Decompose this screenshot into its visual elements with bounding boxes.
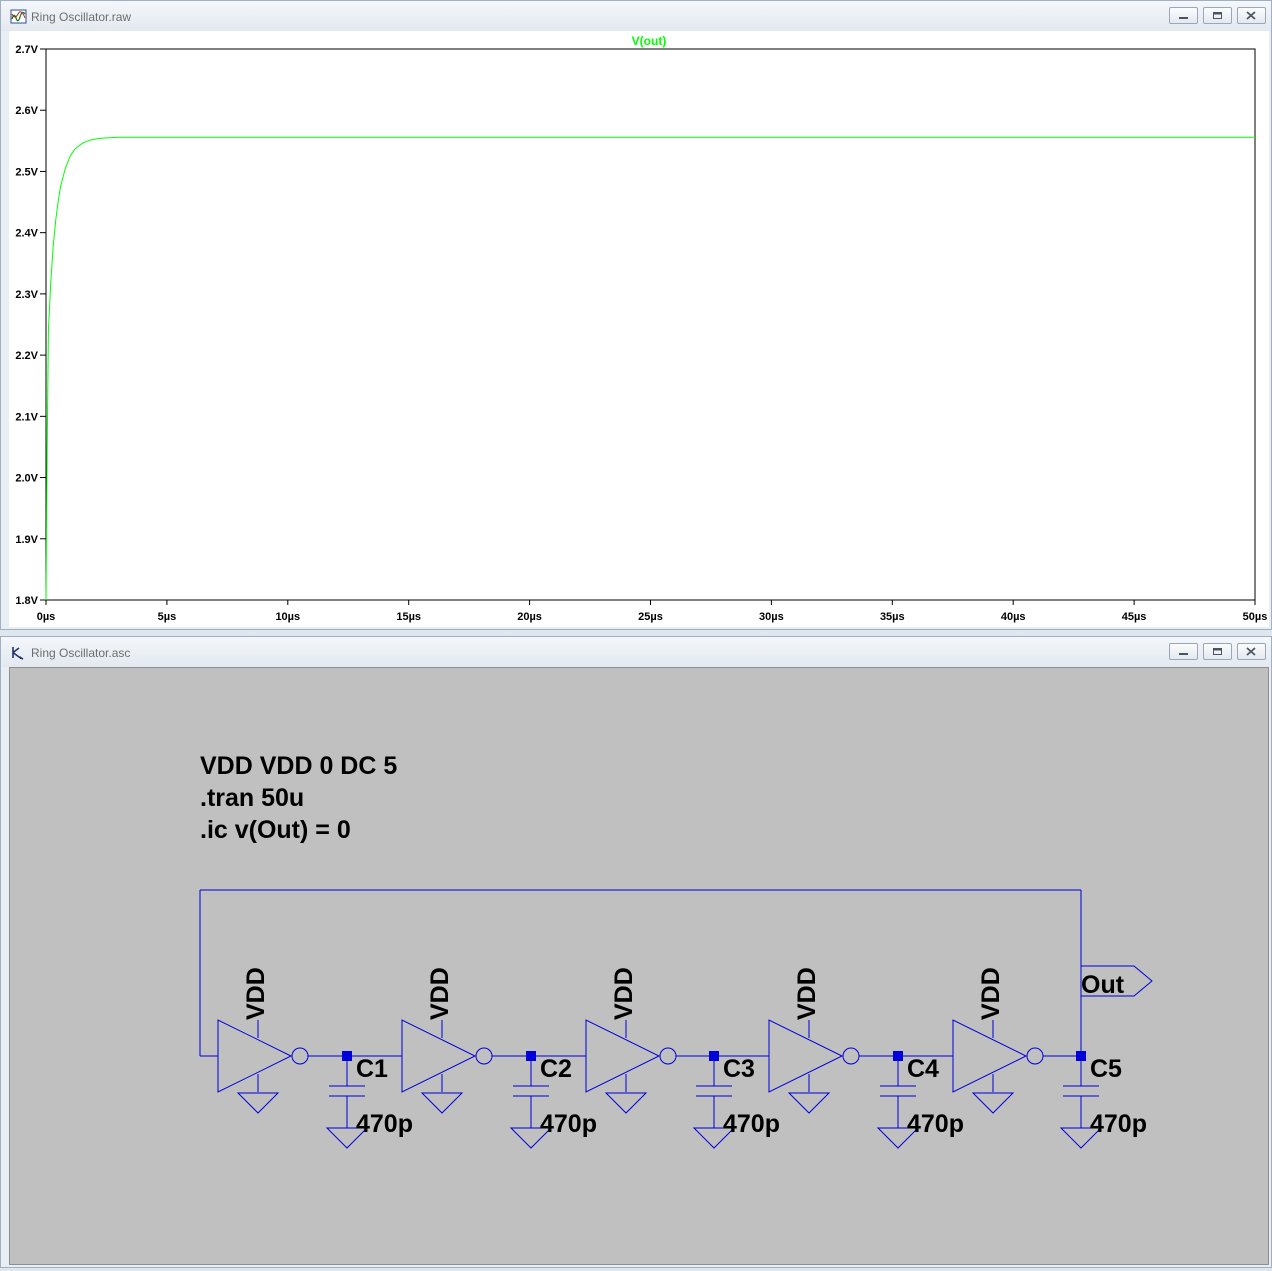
minimize-button[interactable]: [1169, 643, 1198, 660]
inverter-bubble: [1026, 1047, 1044, 1065]
x-tick-label: 45µs: [1122, 611, 1147, 623]
ground-symbol[interactable]: [420, 1092, 464, 1114]
inverter-bubble: [291, 1047, 309, 1065]
schematic-drawing[interactable]: VDD VDD 0 DC 5 .tran 50u .ic v(Out) = 0 …: [10, 668, 1270, 1266]
ground-symbol[interactable]: [236, 1092, 280, 1114]
x-tick-label: 15µs: [396, 611, 421, 623]
schematic-window-titlebar[interactable]: Ring Oscillator.asc: [1, 637, 1271, 667]
close-icon: [1246, 647, 1256, 656]
spice-directive[interactable]: VDD VDD 0 DC 5: [200, 752, 397, 780]
plot-pane[interactable]: 2.7V 2.6V 2.5V 2.4V 2.3V 2.2V 2.1V 2.0V 1.9V 1.8V…: [9, 31, 1269, 627]
minimize-icon: [1179, 17, 1188, 19]
y-tick-label: 2.7V: [15, 44, 38, 56]
junction-node[interactable]: [893, 1051, 903, 1061]
close-icon: [1246, 11, 1256, 20]
vdd-label[interactable]: VDD: [610, 967, 638, 1020]
close-button[interactable]: [1237, 7, 1266, 24]
restore-icon: [1213, 12, 1222, 19]
capacitor-value[interactable]: 470p: [1090, 1110, 1147, 1138]
spice-directive[interactable]: .ic v(Out) = 0: [200, 816, 351, 844]
capacitor-value[interactable]: 470p: [907, 1110, 964, 1138]
y-tick-label: 2.6V: [15, 105, 38, 117]
schematic-canvas[interactable]: VDD VDD 0 DC 5 .tran 50u .ic v(Out) = 0 …: [9, 667, 1269, 1265]
capacitor-name[interactable]: C2: [540, 1055, 572, 1083]
vdd-label[interactable]: VDD: [793, 967, 821, 1020]
vdd-label[interactable]: VDD: [977, 967, 1005, 1020]
restore-button[interactable]: [1203, 643, 1232, 660]
inverter-symbol[interactable]: [768, 1019, 844, 1093]
capacitor-value[interactable]: 470p: [723, 1110, 780, 1138]
junction-node[interactable]: [342, 1051, 352, 1061]
inverter-symbol[interactable]: [401, 1019, 477, 1093]
spice-directive[interactable]: .tran 50u: [200, 784, 304, 812]
capacitor-value[interactable]: 470p: [540, 1110, 597, 1138]
y-tick-label: 2.4V: [15, 228, 38, 240]
plot-window-titlebar[interactable]: Ring Oscillator.raw: [1, 1, 1271, 31]
x-tick-label: 30µs: [759, 611, 784, 623]
x-tick-label: 35µs: [880, 611, 905, 623]
junction-node[interactable]: [526, 1051, 536, 1061]
x-tick-label: 25µs: [638, 611, 663, 623]
plot-window: Ring Oscillator.raw 2.7V 2.6V 2.5V 2.4V 2.3V…: [0, 0, 1272, 630]
y-tick-label: 2.2V: [15, 350, 38, 362]
inverter-symbol[interactable]: [952, 1019, 1028, 1093]
y-tick-label: 1.8V: [15, 595, 38, 607]
x-tick-label: 5µs: [158, 611, 177, 623]
x-tick-label: 20µs: [517, 611, 542, 623]
junction-node[interactable]: [1076, 1051, 1086, 1061]
schematic-icon: [12, 647, 24, 660]
minimize-button[interactable]: [1169, 7, 1198, 24]
ground-symbol[interactable]: [971, 1092, 1015, 1114]
x-tick-label: 10µs: [275, 611, 300, 623]
inverter-symbol[interactable]: [585, 1019, 661, 1093]
capacitor-name[interactable]: C5: [1090, 1055, 1122, 1083]
capacitor-name[interactable]: C3: [723, 1055, 755, 1083]
waveform-plot[interactable]: 2.7V 2.6V 2.5V 2.4V 2.3V 2.2V 2.1V 2.0V 1.9V 1.8V…: [9, 31, 1269, 627]
restore-button[interactable]: [1203, 7, 1232, 24]
schematic-window-title: Ring Oscillator.asc: [31, 646, 131, 660]
capacitor-name[interactable]: C4: [907, 1055, 939, 1083]
capacitor-name[interactable]: C1: [356, 1055, 388, 1083]
vdd-label[interactable]: VDD: [242, 967, 270, 1020]
vdd-label[interactable]: VDD: [426, 967, 454, 1020]
ground-symbol[interactable]: [604, 1092, 648, 1114]
waveform-icon: [10, 9, 27, 24]
x-tick-label: 0µs: [37, 611, 56, 623]
x-tick-label: 50µs: [1243, 611, 1268, 623]
minimize-icon: [1179, 653, 1188, 655]
plot-area-frame: [45, 48, 1256, 601]
y-tick-label: 2.0V: [15, 473, 38, 485]
close-button[interactable]: [1237, 643, 1266, 660]
schematic-window: Ring Oscillator.asc VDD VDD 0 DC 5 .tran…: [0, 636, 1272, 1268]
y-tick-label: 2.3V: [15, 289, 38, 301]
inverter-symbol[interactable]: [217, 1019, 293, 1093]
out-net-label[interactable]: Out: [1081, 971, 1125, 999]
inverter-bubble: [842, 1047, 860, 1065]
plot-window-title: Ring Oscillator.raw: [31, 10, 132, 24]
trace-label[interactable]: V(out): [632, 34, 667, 48]
junction-node[interactable]: [709, 1051, 719, 1061]
v-out-trace: [45, 136, 1255, 601]
y-tick-label: 2.1V: [15, 411, 38, 423]
restore-icon: [1213, 648, 1222, 655]
inverter-bubble: [659, 1047, 677, 1065]
x-tick-label: 40µs: [1001, 611, 1026, 623]
capacitor-value[interactable]: 470p: [356, 1110, 413, 1138]
y-tick-label: 1.9V: [15, 534, 38, 546]
ground-symbol[interactable]: [787, 1092, 831, 1114]
inverter-bubble: [475, 1047, 493, 1065]
y-tick-label: 2.5V: [15, 166, 38, 178]
